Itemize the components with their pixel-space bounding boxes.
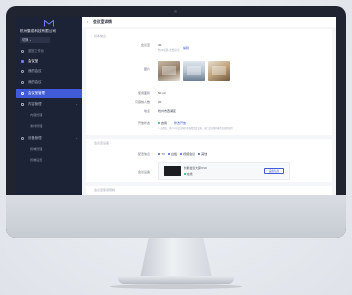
sidebar-item-my-meetings-2[interactable]: 我的会议 [16, 78, 82, 87]
device-thumbnail [164, 166, 181, 176]
monitor-stand [140, 238, 212, 278]
screen: 杭州集成科技有限公司 切换 ⌄ 返回工作台 会议室 我的会议 我的会议 会议室管… [16, 17, 336, 195]
chevron-down-icon: ⌄ [75, 102, 78, 106]
sidebar: 杭州集成科技有限公司 切换 ⌄ 返回工作台 会议室 我的会议 我的会议 会议室管… [16, 17, 82, 195]
sidebar-item-room-management[interactable]: 会议室管理 [16, 89, 82, 98]
chevron-down-icon: ⌄ [75, 136, 78, 140]
room-photo-1[interactable] [158, 61, 180, 81]
location-value: 杭州市西湖区 [158, 109, 177, 113]
monitor-frame: 杭州集成科技有限公司 切换 ⌄ 返回工作台 会议室 我的会议 我的会议 会议室管… [6, 6, 346, 238]
status-value: 启用 [158, 121, 167, 125]
room-photo-2[interactable] [183, 61, 205, 81]
status-edit-link[interactable]: 修改开放 [174, 121, 186, 125]
edit-link[interactable]: 编辑 [183, 46, 189, 50]
room-photo-3[interactable] [208, 61, 230, 81]
radio-icon[interactable] [167, 153, 171, 156]
name-label: 会议室 [140, 43, 150, 47]
content-icon [21, 103, 24, 106]
section-device-info: 会议室设备 [94, 141, 110, 145]
section-basic-info: 基本信息 [94, 34, 107, 38]
sidebar-item-content[interactable]: 内容管理 ⌄ [16, 100, 82, 109]
device-info-button[interactable]: 设备信息 [264, 167, 284, 174]
status-note: 1. 启用后，用户可在会议预约页面看到会议室，进行会议预约操作及其他使用 [158, 128, 233, 130]
device-icon [21, 137, 24, 140]
sidebar-item-my-meetings[interactable]: 我的会议 [16, 67, 82, 76]
sidebar-subitem-terminal[interactable]: 终端管理 [16, 145, 82, 154]
meeting-room-icon [21, 60, 24, 63]
sidebar-item-meeting-room[interactable]: 会议室 [16, 57, 82, 66]
area-label: 使用面积 [137, 91, 150, 95]
org-switch-select[interactable]: 切换 ⌄ [20, 37, 50, 43]
company-logo-icon [44, 20, 54, 27]
status-dot-icon [158, 122, 160, 125]
device-status: 在线 [184, 172, 193, 176]
monitor-base [118, 276, 234, 284]
page-header: ‹ 会议室详情 [82, 17, 336, 27]
photo-label: 图片 [143, 67, 150, 71]
main-content: ‹ 会议室详情 基本信息 会议室 3F 编辑 杭州总部-大会议室 图片 使用面积… [82, 17, 336, 195]
area-value: 50 m² [158, 91, 166, 95]
room-icon [21, 92, 24, 95]
arrow-left-icon [21, 50, 24, 53]
capacity-label: 可容纳人数 [134, 100, 150, 104]
device-card: 智能会议大屏 P10 在线 设备信息 [158, 162, 290, 180]
page-title: 会议室详情 [93, 19, 112, 24]
sidebar-subitem-material[interactable]: 素材管理 [16, 122, 82, 131]
status-label: 开放状态 [137, 121, 150, 125]
radio-icon[interactable] [179, 153, 183, 156]
stand-shadow [110, 284, 242, 289]
device-name: 智能会议大屏 P10 [184, 166, 207, 170]
sidebar-subitem-terminal-settings[interactable]: 终端设置 [16, 156, 82, 165]
section-divider [86, 135, 332, 139]
back-icon[interactable]: ‹ [87, 19, 88, 24]
section-divider [86, 182, 332, 186]
sidebar-item-back[interactable]: 返回工作台 [16, 47, 82, 56]
capacity-value: 20 [158, 100, 162, 104]
location-label: 地点 [143, 109, 150, 113]
company-name: 杭州集成科技有限公司 [20, 29, 56, 33]
sidebar-item-devices[interactable]: 设备管理 ⌄ [16, 134, 82, 143]
config-options: TV 白板 视频会议 其他 [158, 152, 207, 156]
online-dot-icon [184, 173, 186, 176]
calendar-icon [21, 70, 24, 73]
name-value: 3F [158, 43, 162, 47]
monitor-chin [6, 195, 346, 238]
sidebar-subitem-content[interactable]: 内容管理 [16, 111, 82, 120]
device-label: 会议设备 [137, 170, 150, 174]
name-subtitle: 杭州总部-大会议室 [158, 48, 180, 52]
detail-card: 基本信息 会议室 3F 编辑 杭州总部-大会议室 图片 使用面积 50 m² 可… [86, 29, 332, 195]
camera-dot [174, 10, 177, 13]
user-icon [21, 81, 24, 84]
section-usage-limits: 会议室使用限制 [94, 188, 116, 192]
radio-icon[interactable] [197, 153, 201, 156]
radio-icon[interactable] [158, 153, 161, 156]
config-label: 配置信息 [137, 152, 150, 156]
